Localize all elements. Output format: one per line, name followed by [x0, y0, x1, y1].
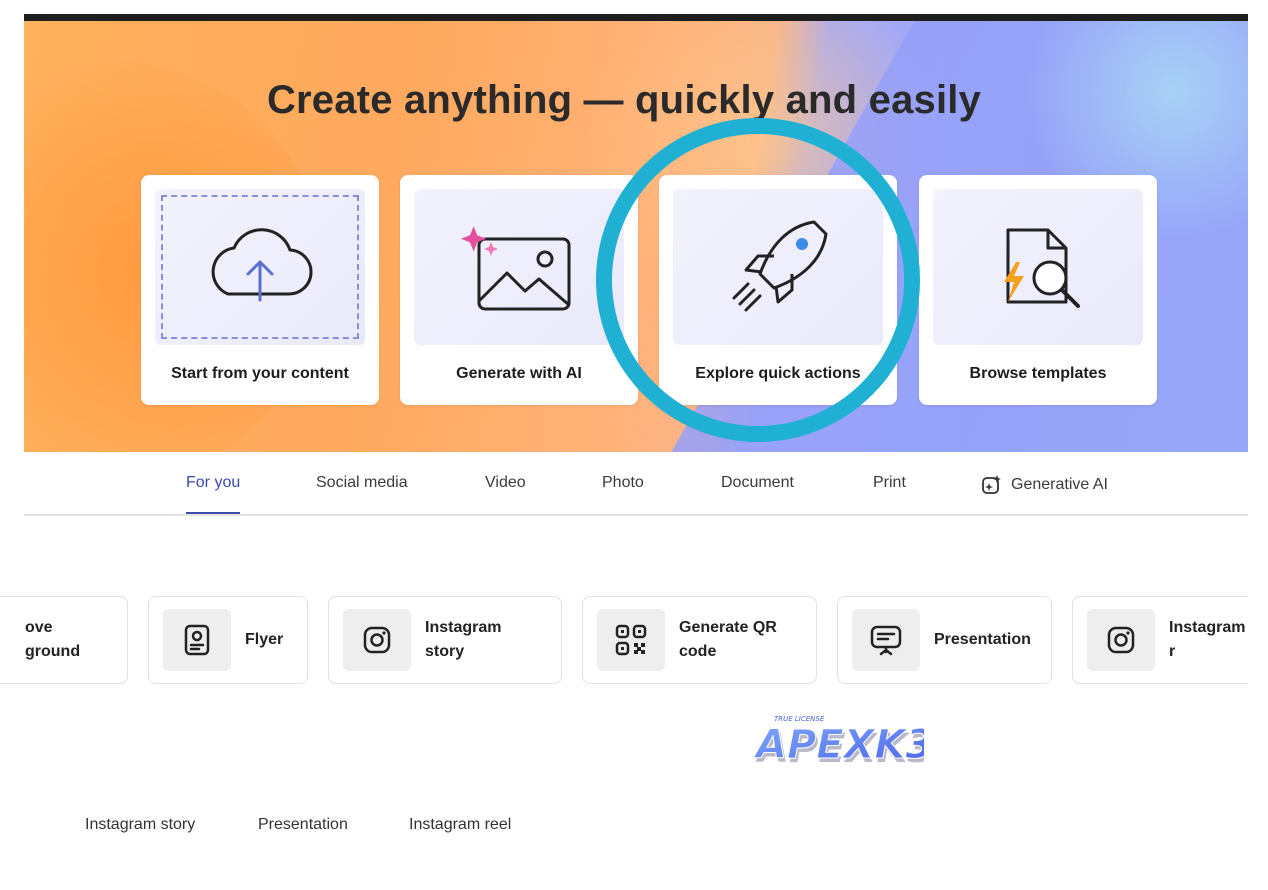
tab-video[interactable]: Video [485, 474, 526, 492]
card-label: Explore quick actions [695, 365, 861, 382]
card-thumbnail [155, 189, 365, 345]
watermark-logo: TRUE LICENSE APEXK3 APEXK3 [754, 715, 924, 772]
quick-action-label: Generate QR code [679, 619, 777, 660]
category-tabs: For you Social media Video Photo Documen… [24, 452, 1248, 516]
bottom-link-instagram-reel[interactable]: Instagram reel [409, 816, 511, 834]
card-browse-templates[interactable]: Browse templates [919, 175, 1157, 405]
instagram-icon [1087, 609, 1155, 671]
card-thumbnail [414, 189, 624, 345]
tab-generative-ai[interactable]: Generative AI [981, 474, 1108, 496]
bottom-link-instagram-story[interactable]: Instagram story [85, 816, 195, 834]
card-label: Start from your content [171, 365, 349, 382]
quick-action-label: Flyer [245, 631, 284, 648]
tab-label: Social media [316, 474, 408, 491]
ai-image-icon [461, 226, 571, 311]
card-thumbnail [673, 189, 883, 345]
instagram-icon [343, 609, 411, 671]
cloud-upload-icon [211, 228, 313, 302]
quick-action-flyer[interactable]: Flyer [148, 596, 308, 684]
watermark-brand-text: APEXK3 [754, 722, 924, 768]
quick-action-instagram-reel[interactable]: Instagram r [1072, 596, 1248, 684]
card-explore-quick-actions[interactable]: Explore quick actions [659, 175, 897, 405]
qr-code-icon [597, 609, 665, 671]
quick-action-remove-background[interactable]: ove ground [0, 596, 128, 684]
quick-action-label: Instagram r [1169, 619, 1246, 660]
tab-label: Photo [602, 474, 644, 491]
tab-for-you[interactable]: For you [186, 474, 241, 514]
tab-label: Generative AI [1011, 476, 1108, 493]
tab-document[interactable]: Document [721, 474, 794, 492]
quick-action-label: ove ground [25, 619, 81, 660]
tab-label: Print [873, 474, 906, 491]
tab-print[interactable]: Print [873, 474, 906, 492]
presentation-icon [852, 609, 920, 671]
template-search-icon [1004, 228, 1080, 308]
card-label: Browse templates [969, 365, 1107, 382]
page-bottom-fade [0, 862, 1268, 890]
quick-action-label: Presentation [934, 631, 1031, 648]
tab-label: Document [721, 474, 794, 491]
quick-action-label: Instagram story [425, 619, 502, 660]
quick-action-generate-qr-code[interactable]: Generate QR code [582, 596, 817, 684]
tab-social-media[interactable]: Social media [316, 474, 408, 492]
rocket-icon [732, 220, 828, 312]
card-generate-with-ai[interactable]: Generate with AI [400, 175, 638, 405]
card-start-from-content[interactable]: Start from your content [141, 175, 379, 405]
hero-title: Create anything — quickly and easily [266, 78, 982, 122]
sparkle-icon [982, 475, 1001, 494]
tab-label: For you [186, 474, 241, 491]
flyer-icon [163, 609, 231, 671]
top-bar [24, 14, 1248, 21]
card-thumbnail [933, 189, 1143, 345]
quick-action-instagram-story[interactable]: Instagram story [328, 596, 562, 684]
quick-action-presentation[interactable]: Presentation [837, 596, 1052, 684]
bottom-link-presentation[interactable]: Presentation [258, 816, 348, 834]
card-label: Generate with AI [456, 365, 582, 382]
tab-photo[interactable]: Photo [602, 474, 644, 492]
tab-label: Video [485, 474, 526, 491]
